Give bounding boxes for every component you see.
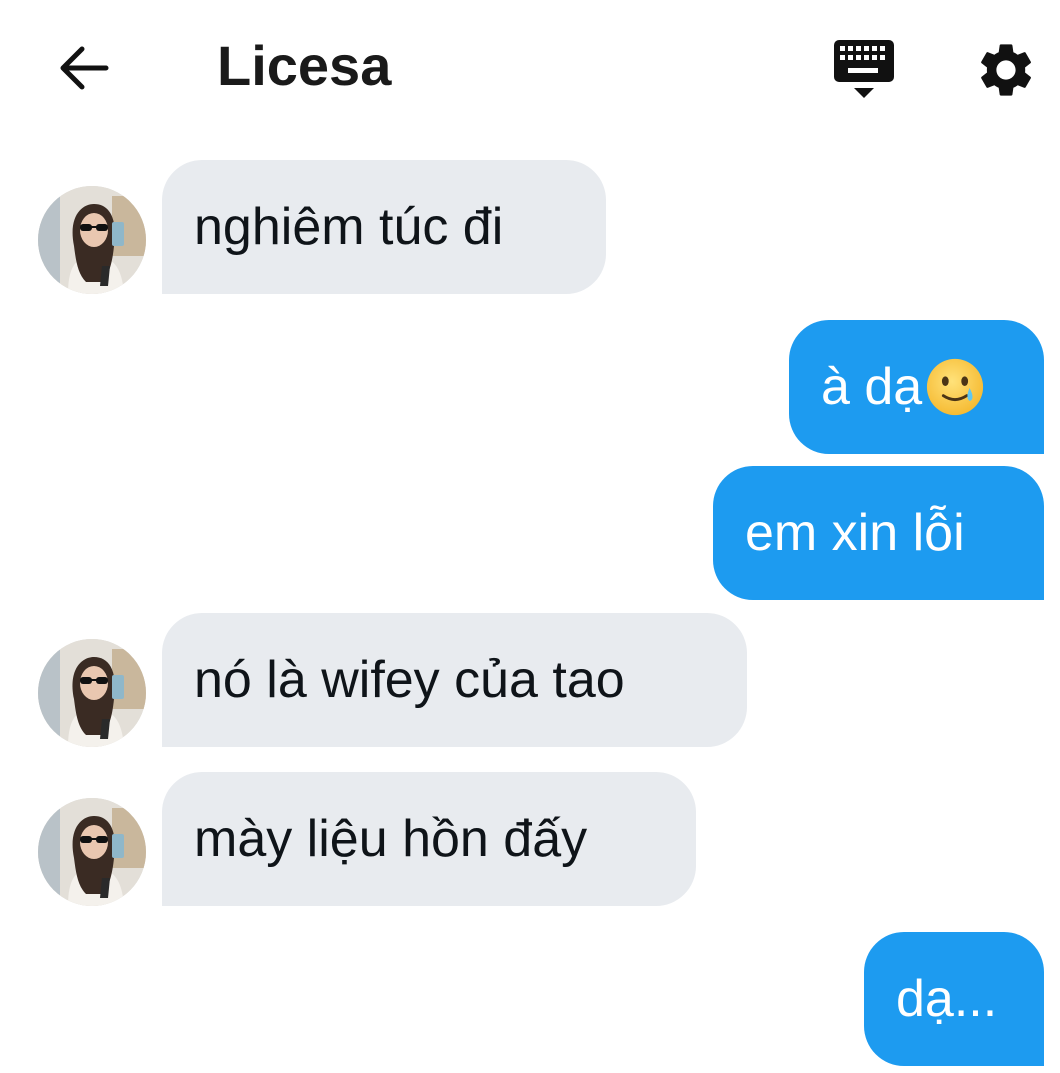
message-bubble-outgoing[interactable]: em xin lỗi <box>713 466 1044 600</box>
message-text: mày liệu hồn đấy <box>194 810 588 868</box>
message-bubble-outgoing[interactable]: à dạ <box>789 320 1044 454</box>
message-bubble-incoming[interactable]: nghiêm túc đi <box>162 160 606 294</box>
message-text: dạ... <box>896 970 998 1028</box>
contact-avatar[interactable] <box>38 186 146 294</box>
message-row: dạ... <box>0 932 1060 1066</box>
keyboard-icon <box>834 40 894 98</box>
message-text: nó là wifey của tao <box>194 651 625 709</box>
message-text: em xin lỗi <box>745 504 965 562</box>
message-bubble-outgoing[interactable]: dạ... <box>864 932 1044 1066</box>
avatar-photo <box>38 639 146 747</box>
contact-avatar[interactable] <box>38 639 146 747</box>
message-bubble-incoming[interactable]: mày liệu hồn đấy <box>162 772 696 906</box>
message-row: à dạ <box>0 320 1060 454</box>
avatar-photo <box>38 186 146 294</box>
contact-avatar[interactable] <box>38 798 146 906</box>
gear-icon <box>981 44 1031 96</box>
message-row: nó là wifey của tao <box>0 613 1060 747</box>
message-row: em xin lỗi <box>0 466 1060 600</box>
keyboard-toggle-button[interactable] <box>832 38 896 102</box>
back-button[interactable] <box>50 38 116 98</box>
message-text: à dạ <box>821 358 923 416</box>
face-holding-back-tears-emoji <box>927 358 984 416</box>
chat-header: Licesa <box>0 0 1060 140</box>
message-text: nghiêm túc đi <box>194 198 504 256</box>
settings-button[interactable] <box>974 38 1038 102</box>
message-row: mày liệu hồn đấy <box>0 772 1060 906</box>
message-bubble-incoming[interactable]: nó là wifey của tao <box>162 613 747 747</box>
message-row: nghiêm túc đi <box>0 160 1060 294</box>
avatar-photo <box>38 798 146 906</box>
arrow-left-icon <box>60 46 109 90</box>
conversation-title: Licesa <box>217 34 392 97</box>
